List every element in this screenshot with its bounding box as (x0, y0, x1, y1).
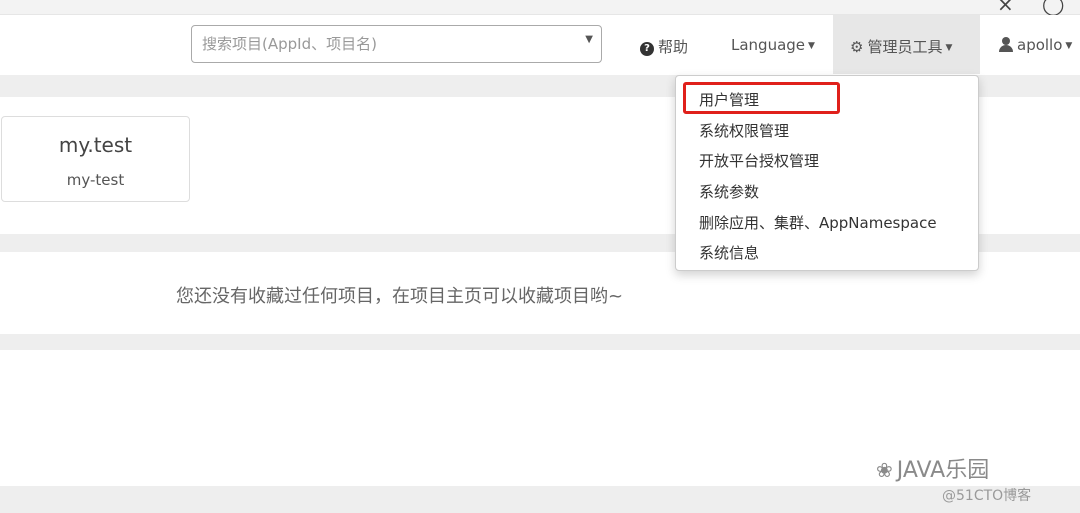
section-divider (0, 334, 1080, 350)
menu-item-system-info[interactable]: 系统信息 (699, 242, 759, 263)
gear-icon: ⚙ (850, 38, 864, 56)
project-card[interactable]: my.test my-test (1, 116, 190, 202)
admin-tools-dropdown[interactable]: ⚙ 管理员工具 ▼ (850, 36, 952, 57)
favorites-empty-message: 您还没有收藏过任何项目，在项目主页可以收藏项目哟~ (176, 286, 624, 307)
account-circle-icon[interactable]: ◯ (1042, 0, 1064, 16)
highlight-box (683, 82, 840, 114)
user-label: apollo (1017, 36, 1063, 54)
help-link[interactable]: ? 帮助 (640, 36, 688, 57)
watermark-source: @51CTO博客 (942, 488, 1032, 504)
help-label: 帮助 (658, 38, 689, 56)
user-icon (999, 37, 1013, 52)
project-search-select[interactable]: ▼ (191, 25, 602, 63)
watermark-line1: JAVA乐园 (896, 458, 990, 483)
question-circle-icon: ? (640, 42, 654, 56)
menu-item-delete-app-cluster-namespace[interactable]: 删除应用、集群、AppNamespace (699, 212, 937, 233)
language-label: Language (731, 36, 806, 54)
caret-down-icon: ▼ (808, 41, 815, 51)
close-icon[interactable]: × (997, 0, 1014, 16)
watermark-title: ❀ JAVA乐园 (876, 452, 989, 484)
admin-tools-label: 管理员工具 (867, 38, 943, 56)
menu-item-open-platform-auth[interactable]: 开放平台授权管理 (699, 150, 819, 171)
section-divider (0, 486, 1080, 513)
menu-item-system-permissions[interactable]: 系统权限管理 (699, 120, 789, 141)
browser-top-strip (0, 0, 1080, 15)
wechat-icon: ❀ (876, 458, 893, 482)
chevron-down-icon[interactable]: ▼ (585, 34, 593, 45)
language-dropdown[interactable]: Language ▼ (731, 36, 815, 54)
caret-down-icon: ▼ (945, 43, 953, 53)
search-input[interactable] (202, 32, 572, 56)
caret-down-icon: ▼ (1065, 41, 1073, 51)
project-app-id: my-test (66, 171, 125, 189)
project-name: my.test (58, 133, 133, 157)
menu-item-system-params[interactable]: 系统参数 (699, 181, 759, 202)
user-dropdown[interactable]: apollo ▼ (999, 36, 1072, 54)
